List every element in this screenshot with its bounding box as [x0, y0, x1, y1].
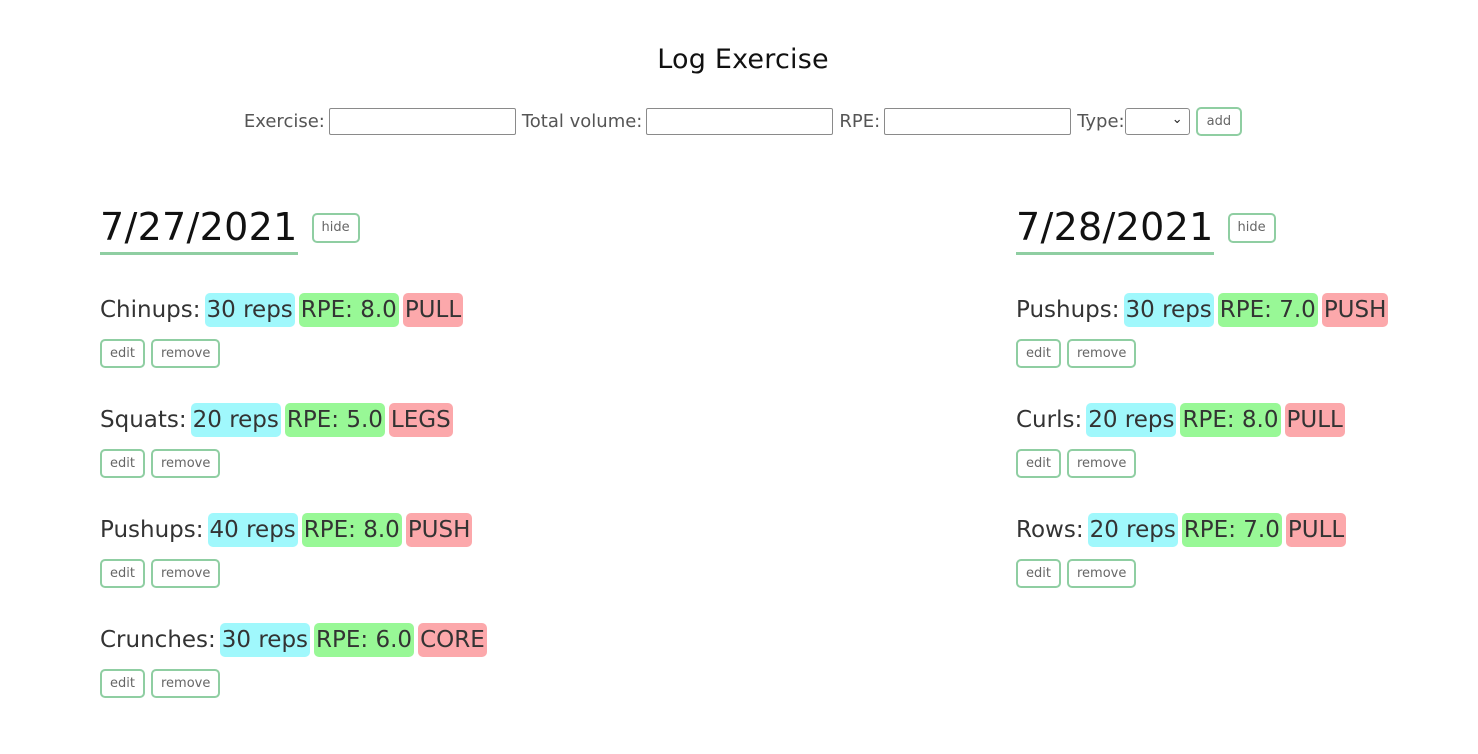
type-tag: PULL: [1285, 513, 1347, 547]
add-button[interactable]: add: [1195, 107, 1243, 136]
hide-button[interactable]: hide: [1227, 213, 1276, 243]
day-header: 7/28/2021 hide: [1016, 200, 1392, 256]
volume-tag: 20 reps: [190, 403, 281, 437]
volume-tag: 40 reps: [207, 513, 298, 547]
exercise-label: Exercise:: [243, 111, 325, 132]
rpe-tag: RPE: 6.0: [314, 623, 415, 657]
volume-tag: 30 reps: [204, 293, 295, 327]
total-volume-input[interactable]: [646, 108, 834, 135]
exercise-entry: Rows: 20 reps RPE: 7.0 PULL edit remove: [1016, 513, 1392, 588]
exercise-entry: Chinups: 30 reps RPE: 8.0 PULL edit remo…: [100, 293, 491, 368]
exercise-entry: Crunches: 30 reps RPE: 6.0 CORE edit rem…: [100, 623, 491, 698]
remove-button[interactable]: remove: [1066, 339, 1137, 368]
edit-button[interactable]: edit: [100, 449, 145, 478]
remove-button[interactable]: remove: [1066, 449, 1137, 478]
day-date: 7/28/2021: [1016, 202, 1214, 255]
day-section: 7/27/2021 hide Chinups: 30 reps RPE: 8.0…: [100, 200, 491, 698]
log-exercise-form: Exercise: Total volume: RPE: Type: ⌄ add: [0, 107, 1478, 136]
exercise-name: Pushups:: [1016, 297, 1120, 323]
edit-button[interactable]: edit: [100, 339, 145, 368]
day-header: 7/27/2021 hide: [100, 200, 491, 256]
page: Log Exercise Exercise: Total volume: RPE…: [0, 0, 1478, 754]
type-tag: LEGS: [388, 403, 453, 437]
type-tag: PUSH: [1321, 293, 1389, 327]
day-date: 7/27/2021: [100, 202, 298, 255]
exercise-entry: Pushups: 40 reps RPE: 8.0 PUSH edit remo…: [100, 513, 491, 588]
exercise-entry: Pushups: 30 reps RPE: 7.0 PUSH edit remo…: [1016, 293, 1392, 368]
rpe-tag: RPE: 5.0: [284, 403, 385, 437]
volume-tag: 30 reps: [219, 623, 311, 657]
hide-button[interactable]: hide: [311, 213, 360, 243]
day-section: 7/28/2021 hide Pushups: 30 reps RPE: 7.0…: [1016, 200, 1392, 588]
remove-button[interactable]: remove: [1066, 559, 1137, 588]
edit-button[interactable]: edit: [100, 559, 145, 588]
exercise-name: Curls:: [1016, 407, 1083, 433]
rpe-tag: RPE: 8.0: [298, 293, 399, 327]
remove-button[interactable]: remove: [150, 449, 221, 478]
edit-button[interactable]: edit: [1016, 449, 1061, 478]
rpe-tag: RPE: 7.0: [1217, 293, 1318, 327]
type-tag: CORE: [418, 623, 487, 657]
exercise-entry: Squats: 20 reps RPE: 5.0 LEGS edit remov…: [100, 403, 491, 478]
remove-button[interactable]: remove: [150, 669, 221, 698]
total-volume-label: Total volume:: [521, 111, 643, 132]
type-tag: PUSH: [405, 513, 473, 547]
volume-tag: 30 reps: [1123, 293, 1214, 327]
exercise-name: Chinups:: [100, 297, 201, 323]
rpe-input[interactable]: [884, 108, 1072, 135]
page-title: Log Exercise: [657, 44, 829, 75]
rpe-tag: RPE: 8.0: [301, 513, 402, 547]
exercise-name: Squats:: [100, 407, 187, 433]
rpe-tag: RPE: 7.0: [1181, 513, 1282, 547]
exercise-input[interactable]: [328, 108, 516, 135]
edit-button[interactable]: edit: [1016, 339, 1061, 368]
exercise-name: Pushups:: [100, 517, 204, 543]
type-select[interactable]: ⌄: [1124, 108, 1190, 135]
chevron-down-icon: ⌄: [1171, 112, 1183, 127]
rpe-label: RPE:: [839, 111, 881, 132]
exercise-entry: Curls: 20 reps RPE: 8.0 PULL edit remove: [1016, 403, 1392, 478]
edit-button[interactable]: edit: [100, 669, 145, 698]
rpe-tag: RPE: 8.0: [1180, 403, 1281, 437]
type-tag: PULL: [402, 293, 464, 327]
volume-tag: 20 reps: [1086, 403, 1177, 437]
remove-button[interactable]: remove: [150, 559, 221, 588]
exercise-name: Crunches:: [100, 627, 216, 653]
exercise-name: Rows:: [1016, 517, 1084, 543]
volume-tag: 20 reps: [1087, 513, 1178, 547]
remove-button[interactable]: remove: [150, 339, 221, 368]
type-label: Type:: [1077, 111, 1125, 132]
edit-button[interactable]: edit: [1016, 559, 1061, 588]
type-tag: PULL: [1284, 403, 1345, 437]
